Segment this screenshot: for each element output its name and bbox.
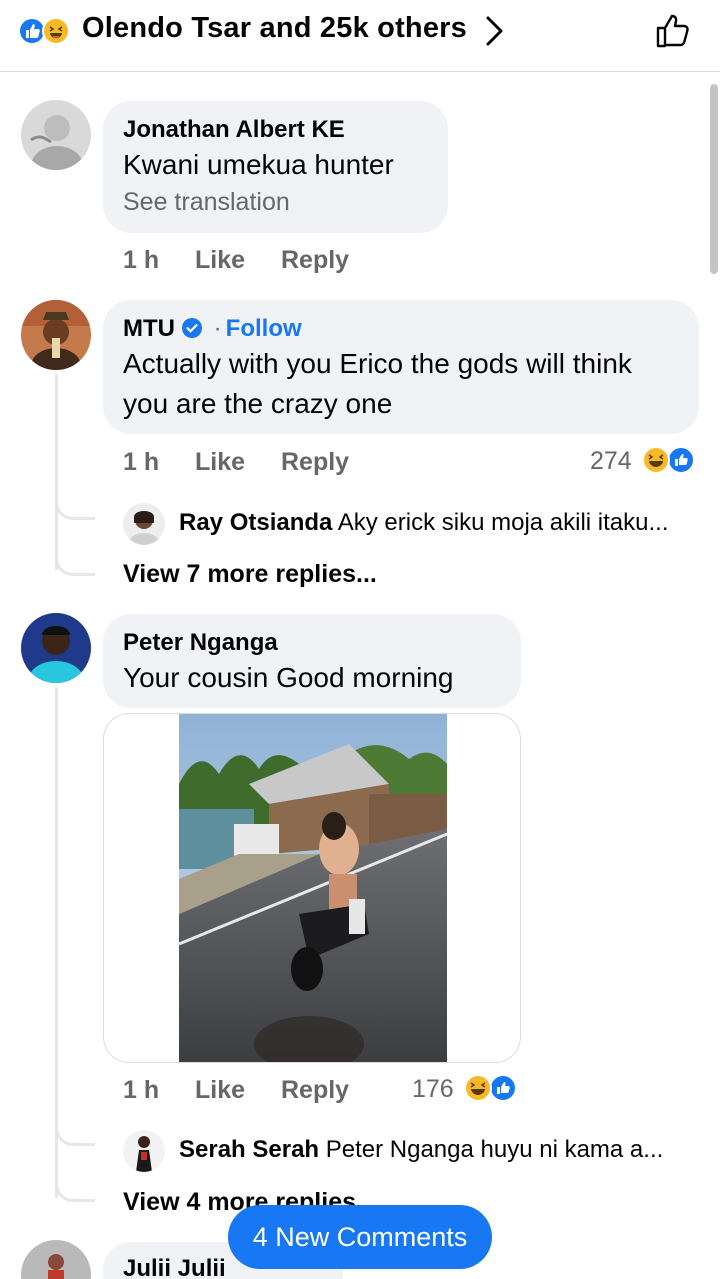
avatar[interactable]: [123, 503, 165, 545]
comment-author[interactable]: Peter Nganga: [123, 628, 501, 658]
view-more-replies-button[interactable]: View 7 more replies...: [123, 560, 377, 589]
comment-actions: 1 h Like Reply: [123, 448, 423, 480]
comment-photo[interactable]: [179, 714, 447, 1062]
thread-line: [55, 374, 58, 570]
comment-time: 1 h: [123, 246, 160, 274]
thread-elbow: [55, 556, 95, 576]
comment-author-row: MTU · Follow: [123, 314, 679, 344]
comment-time: 1 h: [123, 1076, 160, 1104]
comment-author[interactable]: MTU: [123, 315, 175, 342]
comment-actions: 1 h Like Reply: [123, 1076, 423, 1108]
new-comments-button[interactable]: 4 New Comments: [228, 1205, 492, 1269]
reply-button[interactable]: Reply: [281, 448, 349, 477]
like-reaction-icon: [489, 1074, 517, 1102]
haha-reaction-icon: [42, 17, 70, 45]
comment-author[interactable]: Jonathan Albert KE: [123, 115, 428, 145]
comment-bubble[interactable]: Jonathan Albert KE Kwani umekua hunter S…: [103, 101, 448, 233]
see-translation-link[interactable]: See translation: [123, 185, 428, 219]
thread-elbow: [55, 1182, 95, 1202]
chevron-right-icon[interactable]: [484, 14, 506, 48]
reaction-icons[interactable]: [462, 1073, 518, 1103]
avatar[interactable]: [123, 1130, 165, 1172]
like-button[interactable]: Like: [195, 448, 245, 477]
haha-reaction-icon: [464, 1074, 492, 1102]
thread-elbow: [55, 500, 95, 520]
avatar[interactable]: [21, 613, 91, 683]
reply-author[interactable]: Ray Otsianda: [179, 509, 332, 536]
comment-text: Actually with you Erico the gods will th…: [123, 348, 632, 419]
comment-bubble[interactable]: Peter Nganga Your cousin Good morning: [103, 614, 521, 708]
like-reaction-icon: [667, 446, 695, 474]
reactions-header[interactable]: Olendo Tsar and 25k others: [0, 0, 720, 72]
comment-time: 1 h: [123, 448, 160, 476]
reaction-icons[interactable]: [640, 445, 696, 475]
thread-line: [55, 688, 58, 1198]
haha-reaction-icon: [642, 446, 670, 474]
comment-photo-card[interactable]: [103, 713, 521, 1063]
avatar[interactable]: [21, 1240, 91, 1279]
reaction-icons: [18, 16, 78, 46]
reaction-count[interactable]: 274: [590, 447, 632, 476]
thumbs-up-icon[interactable]: [650, 8, 696, 54]
reply-author[interactable]: Serah Serah: [179, 1136, 319, 1163]
reply-text: Aky erick siku moja akili itaku...: [337, 509, 669, 536]
verified-badge-icon: [181, 318, 202, 338]
thread-elbow: [55, 1126, 95, 1146]
separator-dot: ·: [213, 315, 222, 342]
reply-button[interactable]: Reply: [281, 1076, 349, 1105]
avatar[interactable]: [21, 300, 91, 370]
reaction-count[interactable]: 176: [412, 1075, 454, 1104]
follow-button[interactable]: Follow: [226, 315, 302, 342]
comment-text: Your cousin Good morning: [123, 662, 454, 693]
comment-text: Kwani umekua hunter: [123, 149, 394, 180]
like-button[interactable]: Like: [195, 1076, 245, 1105]
reply-preview[interactable]: Ray Otsianda Aky erick siku moja akili i…: [179, 509, 669, 537]
reply-text: Peter Nganga huyu ni kama a...: [325, 1136, 664, 1163]
comment-actions: 1 h Like Reply: [123, 246, 423, 278]
reply-preview[interactable]: Serah Serah Peter Nganga huyu ni kama a.…: [179, 1136, 663, 1164]
comment-bubble[interactable]: MTU · Follow Actually with you Erico the …: [103, 300, 699, 434]
avatar[interactable]: [21, 100, 91, 170]
like-button[interactable]: Like: [195, 246, 245, 275]
scrollbar-thumb[interactable]: [710, 84, 718, 274]
reply-button[interactable]: Reply: [281, 246, 349, 275]
reactions-summary[interactable]: Olendo Tsar and 25k others: [82, 12, 467, 45]
